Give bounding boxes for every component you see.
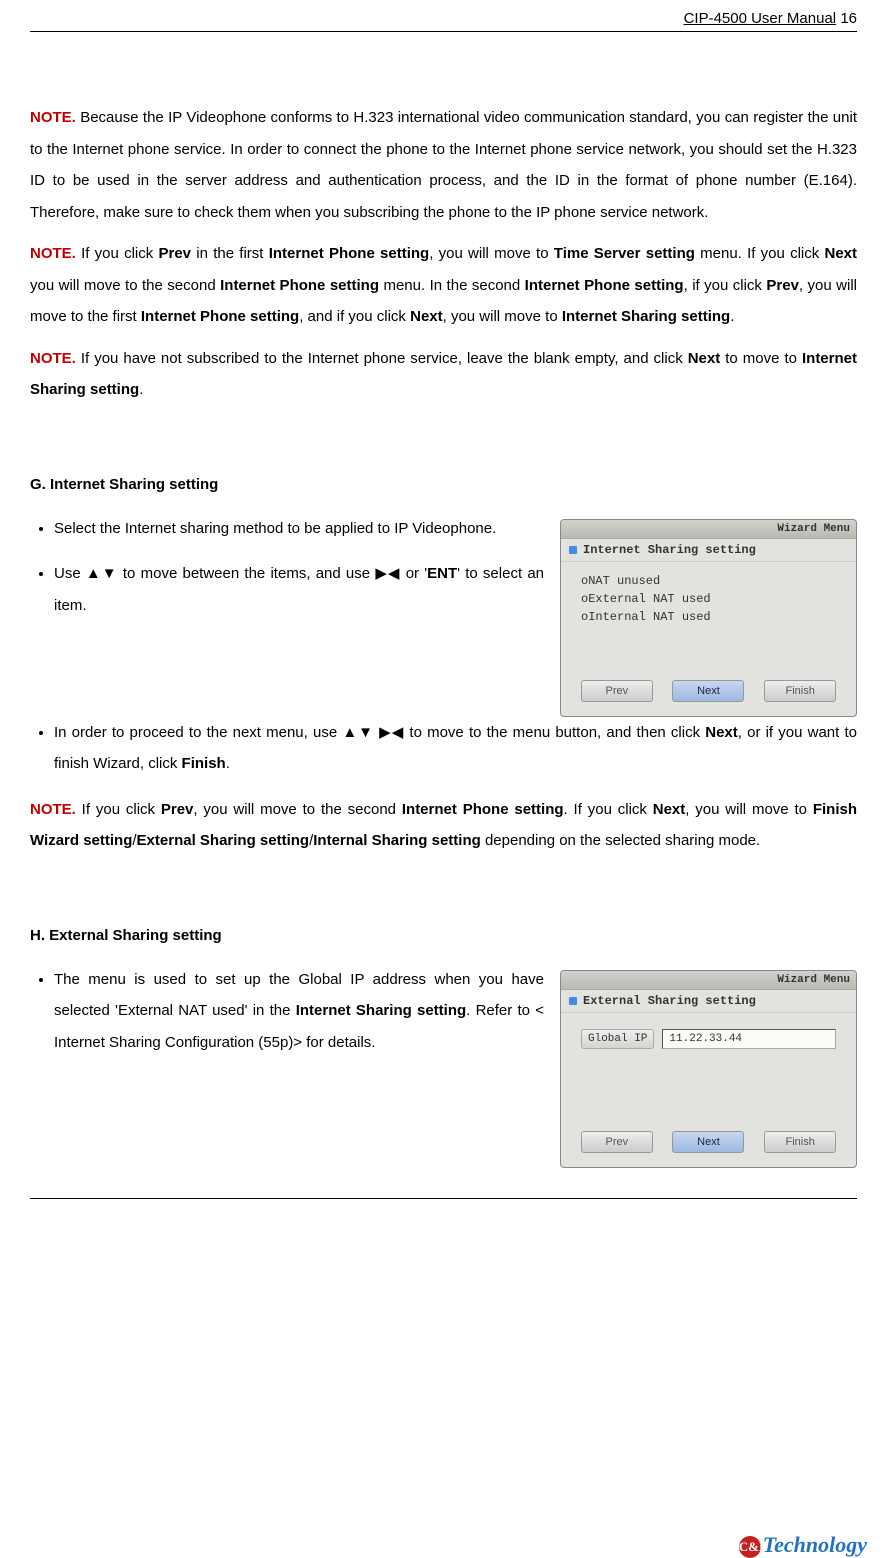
next-button[interactable]: Next (672, 680, 744, 702)
list-item: In order to proceed to the next menu, us… (54, 717, 857, 780)
section-h-title: H. External Sharing setting (30, 927, 857, 944)
note-label: NOTE. (30, 801, 76, 818)
option-internal-nat[interactable]: oInternal NAT used (581, 608, 836, 626)
finish-button[interactable]: Finish (764, 1131, 836, 1153)
prev-button[interactable]: Prev (581, 680, 653, 702)
section-g-note: NOTE. If you click Prev, you will move t… (30, 794, 857, 857)
prev-button[interactable]: Prev (581, 1131, 653, 1153)
wizard-menu-title: Wizard Menu (561, 971, 856, 990)
note-label: NOTE. (30, 245, 76, 262)
finish-button[interactable]: Finish (764, 680, 836, 702)
brand-logo: C&ITechnology (739, 1532, 867, 1558)
note-3: NOTE. If you have not subscribed to the … (30, 343, 857, 406)
note-2: NOTE. If you click Prev in the first Int… (30, 238, 857, 333)
note-label: NOTE. (30, 350, 76, 367)
footer-divider (30, 1198, 857, 1199)
global-ip-label: Global IP (581, 1029, 654, 1049)
dialog-heading: Internet Sharing setting (561, 539, 856, 562)
dialog-heading: External Sharing setting (561, 990, 856, 1013)
list-item: Use ▲▼ to move between the items, and us… (54, 558, 544, 621)
page-number: 16 (840, 10, 857, 27)
logo-text: Technology (763, 1532, 867, 1557)
note-1: NOTE. Because the IP Videophone conforms… (30, 102, 857, 228)
logo-icon: C&I (739, 1536, 761, 1558)
page-header: CIP-4500 User Manual 16 (30, 10, 857, 32)
section-g-title: G. Internet Sharing setting (30, 476, 857, 493)
list-item: Select the Internet sharing method to be… (54, 513, 544, 545)
next-button[interactable]: Next (672, 1131, 744, 1153)
option-nat-unused[interactable]: oNAT unused (581, 572, 836, 590)
external-sharing-screenshot: Wizard Menu External Sharing setting Glo… (560, 970, 857, 1168)
manual-title: CIP-4500 User Manual (684, 10, 837, 27)
global-ip-field[interactable]: 11.22.33.44 (662, 1029, 836, 1049)
note-label: NOTE. (30, 109, 76, 126)
bullet-icon (569, 997, 577, 1005)
wizard-menu-title: Wizard Menu (561, 520, 856, 539)
list-item: The menu is used to set up the Global IP… (54, 964, 544, 1059)
option-external-nat[interactable]: oExternal NAT used (581, 590, 836, 608)
bullet-icon (569, 546, 577, 554)
internet-sharing-screenshot: Wizard Menu Internet Sharing setting oNA… (560, 519, 857, 717)
